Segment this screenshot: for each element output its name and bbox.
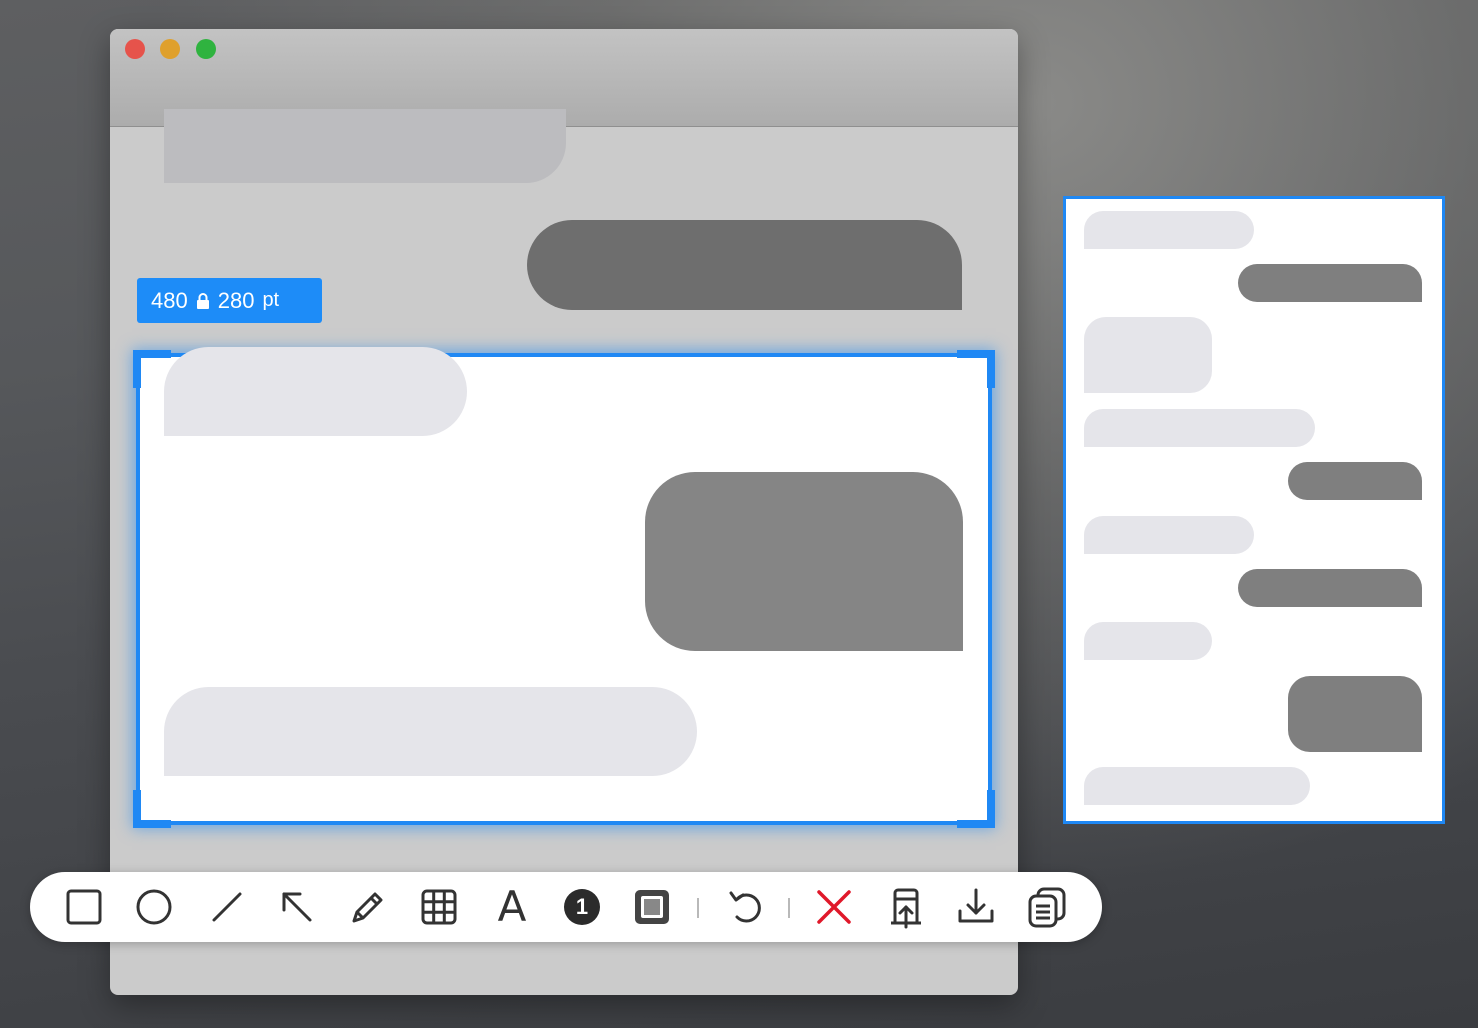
preview-bubble-received bbox=[1084, 622, 1212, 660]
circle-icon bbox=[136, 889, 172, 925]
copy-icon bbox=[1028, 887, 1066, 928]
preview-bubble-received bbox=[1084, 516, 1254, 554]
message-bubble-sent bbox=[527, 220, 962, 310]
counter-label: 1 bbox=[575, 894, 589, 919]
preview-bubble-sent bbox=[1238, 569, 1422, 607]
text-tool[interactable]: A bbox=[490, 885, 534, 929]
counter-tool[interactable]: 1 bbox=[560, 885, 604, 929]
arrow-icon bbox=[282, 892, 312, 922]
lock-icon[interactable] bbox=[196, 292, 210, 310]
ellipse-tool[interactable] bbox=[132, 885, 176, 929]
rectangle-tool[interactable] bbox=[62, 885, 106, 929]
message-bubble-received bbox=[164, 347, 467, 436]
annotation-toolbar: A 1 bbox=[30, 872, 1102, 942]
toolbar-separator bbox=[788, 898, 790, 918]
copy-button[interactable] bbox=[1025, 885, 1069, 929]
message-bubble-received bbox=[164, 687, 697, 776]
resize-handle-bottom-left[interactable] bbox=[133, 790, 171, 828]
undo-icon bbox=[729, 891, 761, 923]
pencil-tool[interactable] bbox=[346, 885, 390, 929]
preview-bubble-sent bbox=[1288, 462, 1422, 500]
capture-selection-area[interactable] bbox=[133, 347, 995, 828]
undo-button[interactable] bbox=[724, 885, 768, 929]
preview-bubble-sent bbox=[1238, 264, 1422, 302]
cancel-button[interactable] bbox=[812, 885, 856, 929]
arrow-tool[interactable] bbox=[275, 885, 319, 929]
line-icon bbox=[212, 892, 242, 922]
resize-handle-top-right[interactable] bbox=[957, 350, 995, 388]
preview-bubble-received bbox=[1084, 211, 1254, 249]
zoom-button[interactable] bbox=[196, 39, 216, 59]
preview-bubble-sent bbox=[1288, 676, 1422, 752]
square-icon bbox=[66, 889, 102, 925]
number-badge-icon: 1 bbox=[564, 889, 600, 925]
preview-bubble-received bbox=[1084, 409, 1315, 447]
preview-bubble-received bbox=[1084, 767, 1310, 805]
resize-handle-bottom-right[interactable] bbox=[957, 790, 995, 828]
text-icon: A bbox=[497, 882, 527, 931]
capture-preview-panel[interactable] bbox=[1063, 196, 1445, 824]
highlight-tool[interactable] bbox=[630, 885, 674, 929]
grid-icon bbox=[421, 889, 457, 925]
pin-upload-icon bbox=[891, 888, 921, 929]
toolbar-separator bbox=[697, 898, 699, 918]
mosaic-tool[interactable] bbox=[417, 885, 461, 929]
framed-square-icon bbox=[635, 890, 669, 924]
preview-bubble-received bbox=[1084, 317, 1212, 393]
selection-height: 280 bbox=[217, 287, 255, 313]
selection-unit: pt bbox=[262, 289, 280, 311]
close-button[interactable] bbox=[125, 39, 145, 59]
pin-button[interactable] bbox=[884, 885, 928, 929]
close-icon bbox=[817, 890, 851, 924]
message-bubble-received bbox=[164, 109, 566, 183]
minimize-button[interactable] bbox=[160, 39, 180, 59]
message-bubble-sent bbox=[645, 472, 963, 651]
pencil-icon bbox=[352, 892, 383, 923]
save-button[interactable] bbox=[954, 885, 998, 929]
resize-handle-top-left[interactable] bbox=[133, 350, 171, 388]
download-icon bbox=[958, 888, 994, 923]
line-tool[interactable] bbox=[205, 885, 249, 929]
selection-width: 480 bbox=[151, 287, 188, 313]
selection-size-badge: 480 280 pt bbox=[137, 278, 322, 323]
